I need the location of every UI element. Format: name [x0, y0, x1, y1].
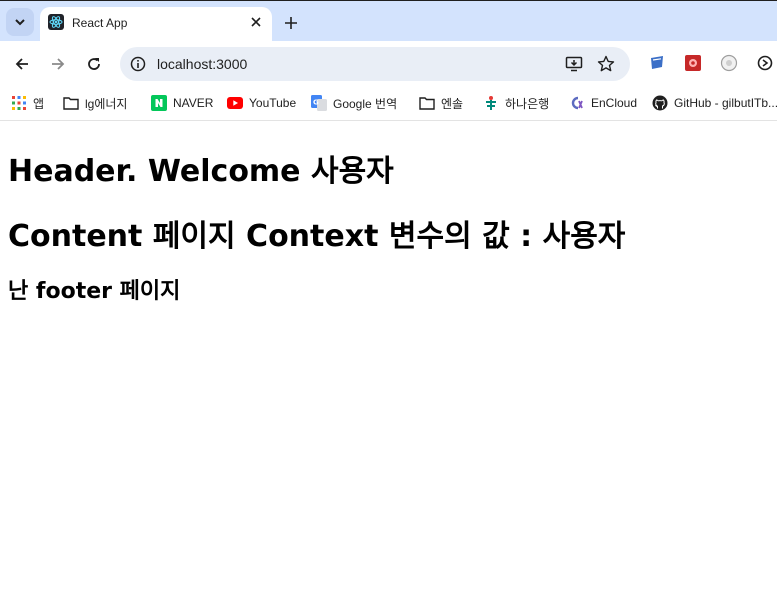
bookmarks-bar: 앱 lg에너지 NAVER YouTube G Google 번역 엔솔 하나은… [0, 87, 777, 121]
bookmark-folder-lg[interactable]: lg에너지 [63, 93, 127, 113]
google-translate-icon: G [311, 95, 327, 111]
new-tab-button[interactable] [280, 12, 302, 34]
browser-toolbar: localhost:3000 [0, 41, 777, 87]
content-heading: Content 페이지 Context 변수의 값 : 사용자 [8, 219, 626, 254]
folder-icon [419, 95, 435, 111]
forward-icon [52, 58, 65, 70]
bookmark-folder-ensol[interactable]: 엔솔 [419, 93, 463, 113]
extension-sync-icon [757, 55, 773, 71]
bookmark-label: EnCloud [591, 96, 638, 110]
naver-icon [151, 95, 167, 111]
bookmark-label: 하나은행 [505, 96, 550, 111]
page-content: Header. Welcome 사용자 Content 페이지 Context … [0, 122, 777, 596]
react-logo-icon [48, 14, 64, 30]
reload-button[interactable] [82, 52, 106, 76]
bookmark-star-button[interactable] [597, 55, 615, 73]
plus-icon [285, 17, 297, 29]
encloud-icon [569, 95, 585, 111]
back-icon [15, 58, 28, 70]
header-heading: Header. Welcome 사용자 [8, 154, 394, 189]
install-app-icon [565, 56, 583, 72]
bookmark-github[interactable]: GitHub - gilbutITb... [652, 93, 777, 113]
extension-button-2[interactable] [684, 54, 702, 72]
bookmark-star-icon [597, 55, 615, 72]
youtube-icon [227, 95, 243, 111]
bookmark-apps[interactable]: 앱 [11, 93, 44, 113]
hana-bank-icon [483, 95, 499, 111]
extension-red-icon [685, 55, 701, 71]
tab-react-app[interactable]: React App [40, 7, 272, 42]
bookmark-label: Google 번역 [333, 96, 398, 111]
bookmark-label: 앱 [33, 96, 45, 111]
tab-strip: React App [0, 0, 777, 42]
folder-icon [63, 95, 79, 111]
extension-gray-icon [720, 54, 738, 72]
bookmark-label: NAVER [173, 96, 214, 110]
bookmark-label: lg에너지 [85, 96, 128, 111]
close-icon [251, 17, 261, 27]
extension-button-3[interactable] [720, 54, 738, 72]
bookmark-google-translate[interactable]: G Google 번역 [311, 93, 397, 113]
forward-button[interactable] [46, 52, 70, 76]
back-button[interactable] [10, 52, 34, 76]
close-tab-button[interactable] [248, 14, 264, 30]
bookmark-label: 엔솔 [441, 96, 464, 111]
svg-text:G: G [313, 99, 319, 107]
chevron-down-icon [15, 19, 25, 26]
site-info-icon [130, 56, 146, 72]
reload-icon [88, 58, 100, 70]
bookmark-label: YouTube [249, 96, 297, 110]
apps-grid-icon [11, 95, 27, 111]
bookmark-naver[interactable]: NAVER [151, 93, 213, 113]
github-icon [652, 95, 668, 111]
bookmark-youtube[interactable]: YouTube [227, 93, 296, 113]
extension-blue-icon [651, 56, 663, 69]
install-app-button[interactable] [565, 55, 583, 73]
bookmark-encloud[interactable]: EnCloud [569, 93, 637, 113]
site-info-button[interactable] [128, 54, 148, 74]
bookmark-hana-bank[interactable]: 하나은행 [483, 93, 549, 113]
url-text: localhost:3000 [157, 56, 248, 72]
footer-heading: 난 footer 페이지 [8, 279, 181, 304]
browser-window: React App localhost:3000 앱 lg에너지 NAVER Y… [0, 0, 777, 596]
address-bar[interactable]: localhost:3000 [120, 47, 630, 81]
bookmark-label: GitHub - gilbutITb... [674, 96, 777, 110]
tab-search-button[interactable] [6, 8, 34, 36]
extension-button-1[interactable] [648, 54, 666, 72]
tab-title: React App [72, 16, 128, 30]
extension-button-4[interactable] [756, 54, 774, 72]
